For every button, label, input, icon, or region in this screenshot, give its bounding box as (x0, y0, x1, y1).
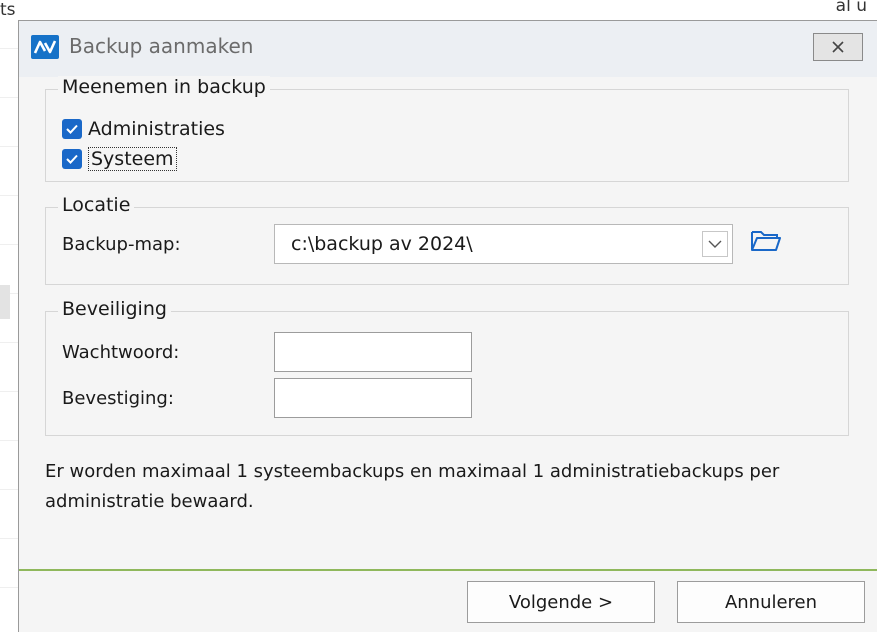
app-logo-icon (31, 35, 59, 59)
checkmark-icon (66, 124, 78, 134)
dialog-footer: Volgende > Annuleren (19, 571, 877, 632)
checkbox-row-administraties[interactable]: Administraties (62, 116, 225, 142)
next-button[interactable]: Volgende > (467, 581, 655, 623)
close-icon (832, 41, 844, 53)
administraties-label[interactable]: Administraties (88, 118, 225, 140)
close-button[interactable] (813, 33, 863, 61)
dialog-titlebar[interactable]: Backup aanmaken (19, 21, 877, 77)
cancel-button[interactable]: Annuleren (677, 581, 865, 623)
systeem-checkbox[interactable] (62, 149, 82, 169)
include-group-legend: Meenemen in backup (58, 76, 270, 98)
backup-folder-label: Backup-map: (62, 234, 181, 255)
confirm-label: Bevestiging: (62, 388, 174, 409)
backup-folder-combobox[interactable]: c:\backup av 2024\ (274, 224, 733, 264)
location-group: Locatie Backup-map: c:\backup av 2024\ (45, 194, 849, 285)
browse-folder-button[interactable] (750, 228, 784, 256)
dropdown-button[interactable] (702, 231, 728, 257)
backup-folder-value: c:\backup av 2024\ (291, 233, 473, 255)
include-group: Meenemen in backup Administraties Systee… (45, 76, 849, 182)
confirm-password-input[interactable] (274, 378, 472, 418)
info-text: Er worden maximaal 1 systeembackups en m… (45, 461, 780, 512)
dialog-title: Backup aanmaken (69, 34, 254, 58)
location-group-legend: Locatie (58, 194, 135, 216)
security-group: Beveiliging Wachtwoord: Bevestiging: (45, 298, 849, 436)
checkmark-icon (66, 154, 78, 164)
backup-dialog: Backup aanmaken Meenemen in backup Admin… (18, 20, 877, 632)
background-row-highlight (0, 285, 10, 319)
checkbox-row-systeem[interactable]: Systeem (62, 146, 177, 172)
chevron-down-icon (708, 240, 722, 248)
systeem-label[interactable]: Systeem (88, 147, 177, 171)
background-text-right: al u (835, 0, 867, 16)
administraties-checkbox[interactable] (62, 119, 82, 139)
background-text-left: ts (0, 0, 16, 20)
password-label: Wachtwoord: (62, 342, 180, 363)
folder-icon (751, 231, 781, 251)
password-input[interactable] (274, 332, 472, 372)
security-group-legend: Beveiliging (58, 298, 171, 320)
